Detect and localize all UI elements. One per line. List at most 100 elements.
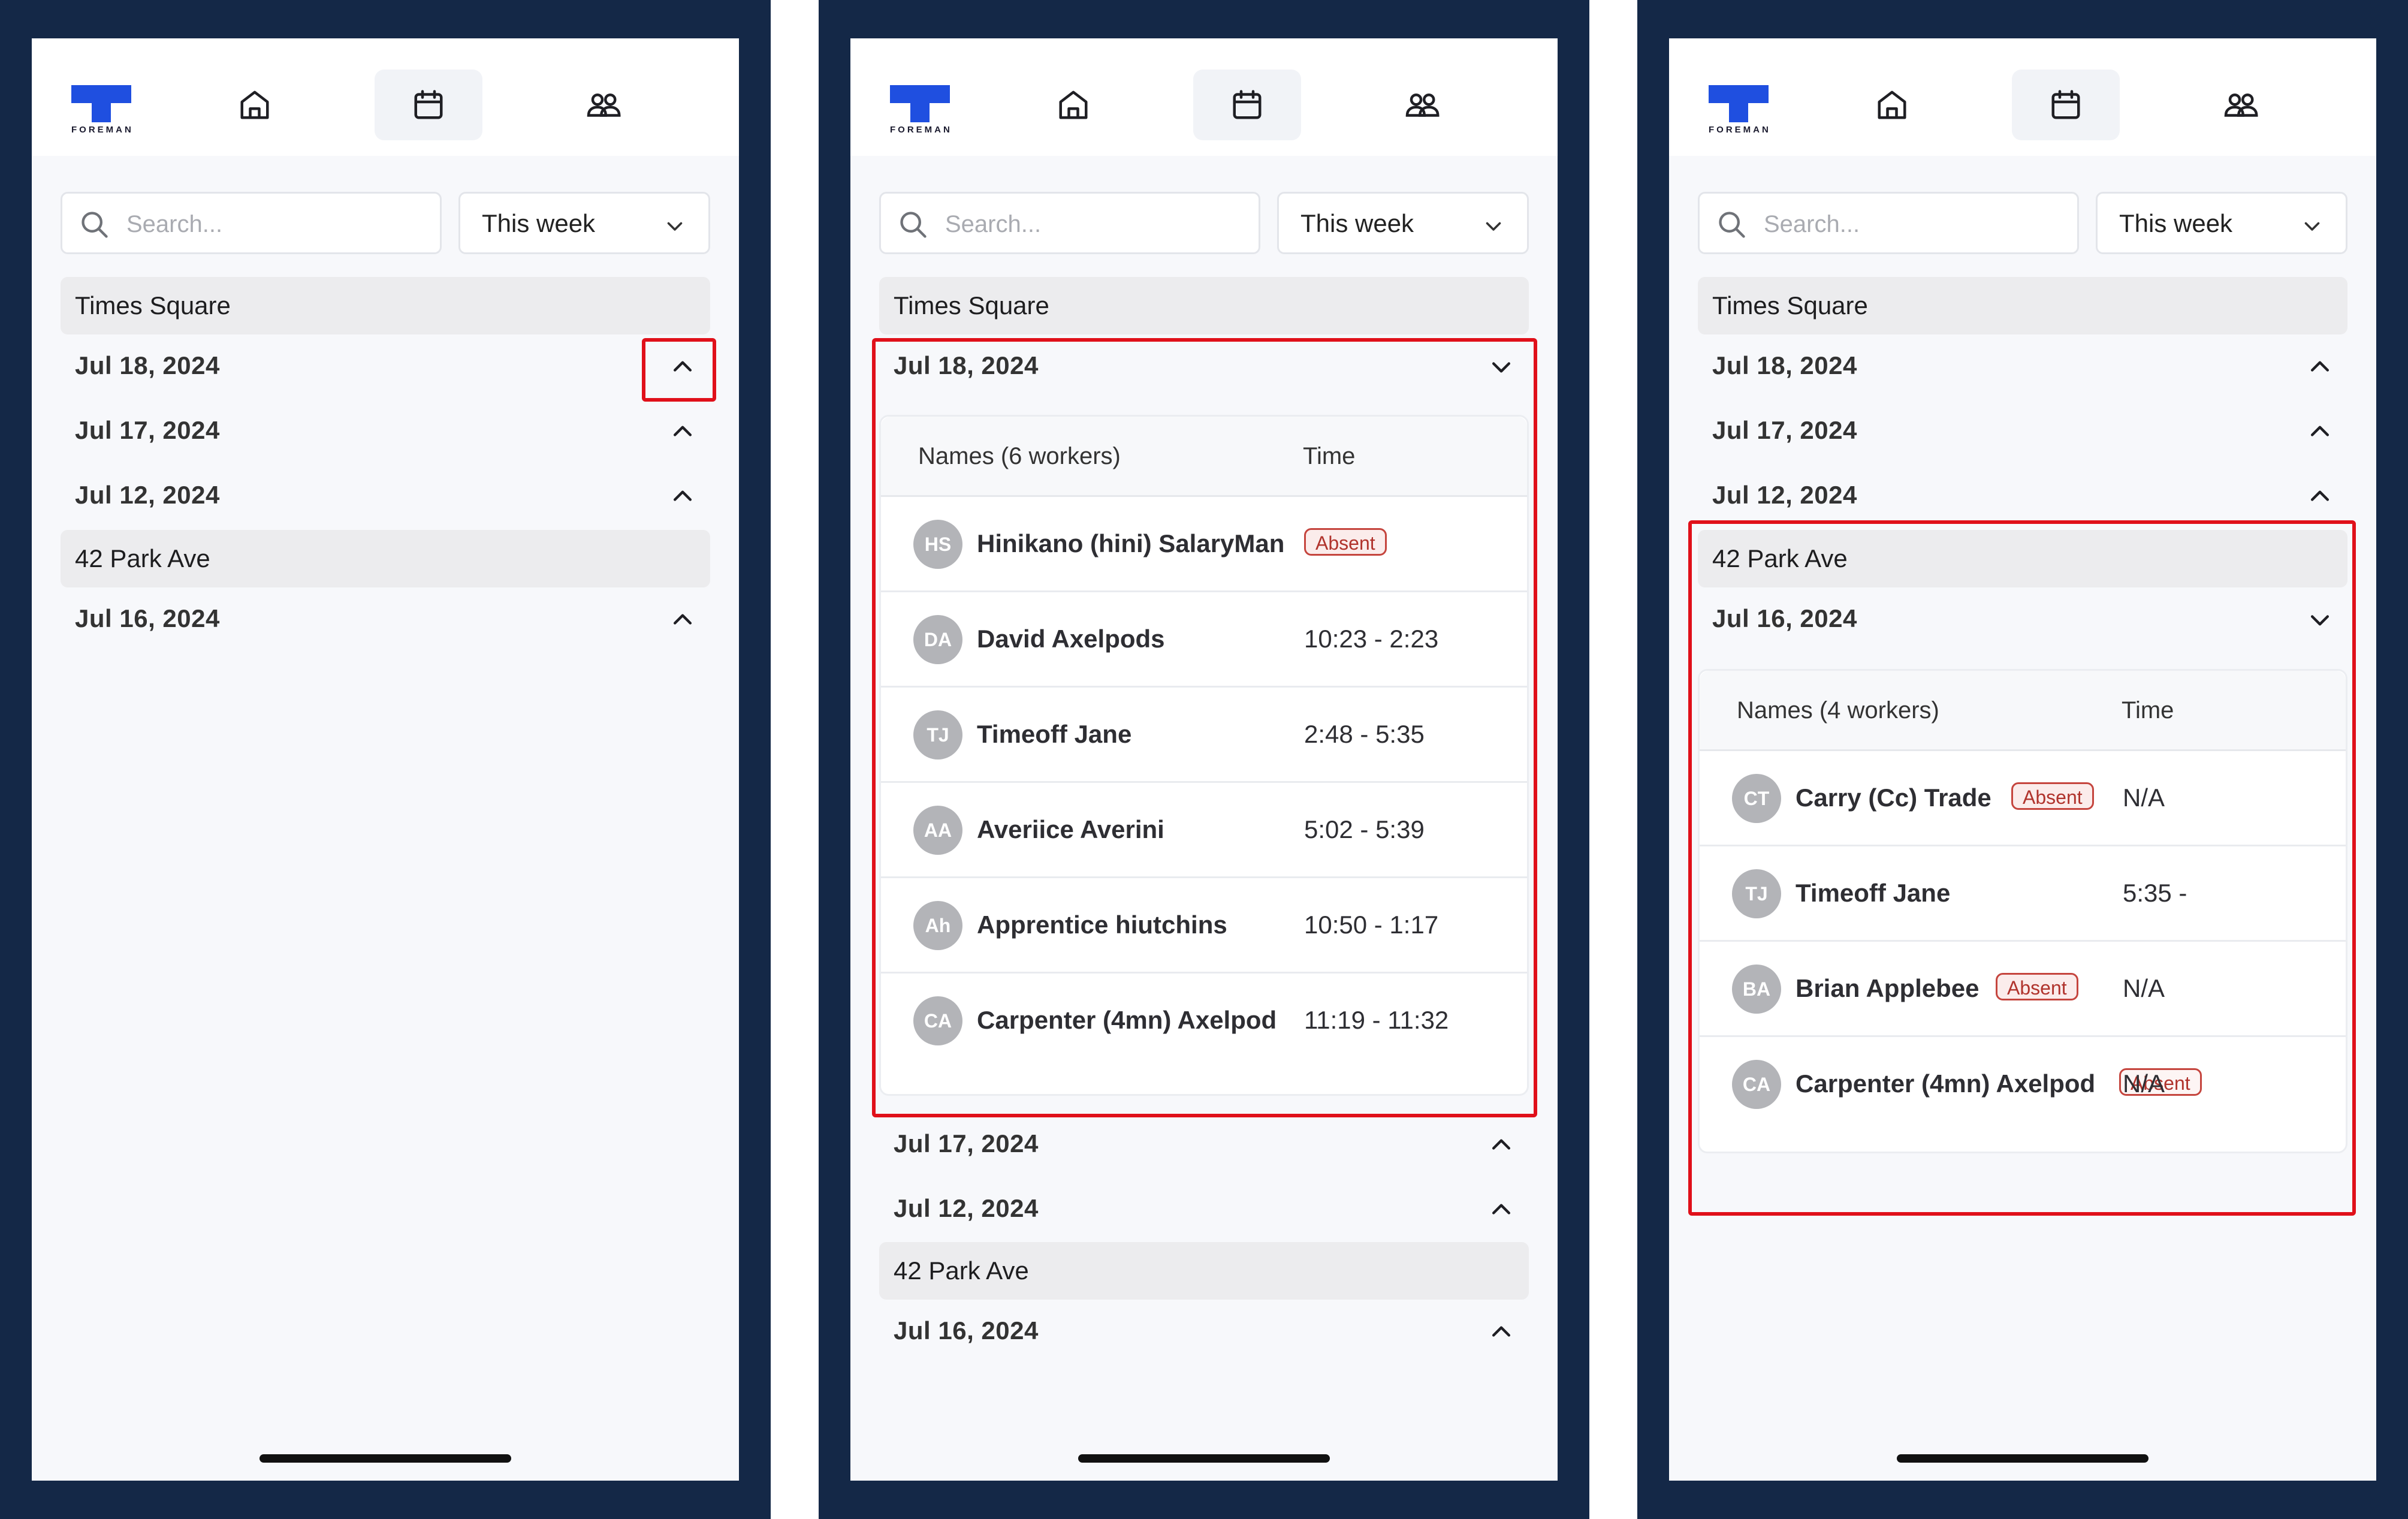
calendar-icon [2051,90,2080,119]
chevron-up-icon [2310,361,2329,372]
search-icon [82,212,108,238]
home-indicator[interactable] [1078,1454,1330,1463]
week-filter-dropdown[interactable]: This week [458,192,710,254]
nav-calendar-button[interactable] [1193,70,1301,140]
nav-home-button[interactable] [1019,70,1127,140]
chevron-up-icon [2310,426,2329,436]
date-row[interactable]: Jul 16, 2024 [879,1301,1529,1361]
chevron-up-icon [673,614,692,625]
location-header: Times Square [1698,277,2347,334]
location-header: Times Square [879,277,1529,334]
location-header: 42 Park Ave [879,1242,1529,1300]
nav-calendar-button[interactable] [2012,70,2120,140]
nav-calendar-button[interactable] [375,70,482,140]
foreman-logo[interactable]: FOREMAN [71,85,137,135]
chevron-up-icon [1492,1139,1511,1150]
phone-frame-3: FOREMAN This week Times Square Jul 18, 2… [1637,0,2408,1519]
expand-toggle[interactable] [2307,418,2333,445]
top-nav: FOREMAN [1669,38,2376,156]
date-row[interactable]: Jul 12, 2024 [61,465,710,525]
chevron-up-icon [673,426,692,436]
date-row[interactable]: Jul 18, 2024 [1698,336,2347,396]
nav-people-button[interactable] [550,70,657,140]
search-icon [900,212,927,238]
expand-toggle[interactable] [1488,1319,1514,1345]
date-label: Jul 16, 2024 [75,604,220,632]
location-name: Times Square [894,291,1049,320]
date-label: Jul 16, 2024 [894,1316,1039,1345]
home-icon [1878,91,1906,119]
phone-frame-2: FOREMAN This week Times Square Jul 18, 2… [819,0,1589,1519]
chevron-up-icon [673,490,692,501]
calendar-icon [1233,90,1262,119]
week-filter-value: This week [482,209,596,237]
logo-text: FOREMAN [1709,125,1771,135]
date-label: Jul 12, 2024 [894,1194,1039,1222]
date-label: Jul 18, 2024 [1712,351,1857,379]
people-icon [2224,94,2258,117]
location-name: Times Square [1712,291,1868,320]
date-label: Jul 12, 2024 [75,481,220,509]
screen-3: FOREMAN This week Times Square Jul 18, 2… [1669,38,2376,1481]
expand-toggle[interactable] [1488,1196,1514,1223]
nav-people-button[interactable] [2187,70,2295,140]
foreman-logo[interactable]: FOREMAN [1709,85,1775,135]
top-nav: FOREMAN [850,38,1558,156]
date-label: Jul 18, 2024 [75,351,220,379]
chevron-down-icon [1486,222,1501,231]
search-input[interactable] [125,207,427,242]
expand-toggle[interactable] [669,607,696,633]
search-input[interactable] [944,207,1246,242]
home-indicator[interactable] [1897,1454,2149,1463]
chevron-down-icon [2304,222,2320,231]
chevron-up-icon [1492,1326,1511,1337]
date-label: Jul 17, 2024 [894,1129,1039,1158]
date-row[interactable]: Jul 18, 2024 [61,336,710,396]
search-box[interactable] [1698,192,2079,254]
week-filter-dropdown[interactable]: This week [2096,192,2347,254]
location-header: Times Square [61,277,710,334]
location-header: 42 Park Ave [61,530,710,587]
week-filter-value: This week [1300,209,1414,237]
people-icon [587,94,621,117]
logo-text: FOREMAN [890,125,952,135]
highlight-box [642,338,716,402]
home-indicator[interactable] [259,1454,511,1463]
logo-text: FOREMAN [71,125,134,135]
top-nav: FOREMAN [32,38,739,156]
location-name: 42 Park Ave [75,544,210,572]
nav-people-button[interactable] [1368,70,1476,140]
date-row[interactable]: Jul 17, 2024 [61,400,710,460]
screen-2: FOREMAN This week Times Square Jul 18, 2… [850,38,1558,1481]
date-label: Jul 17, 2024 [75,416,220,444]
date-row[interactable]: Jul 16, 2024 [61,589,710,649]
screen-1: FOREMAN This week Times Square Jul 18, 2… [32,38,739,1481]
calendar-icon [414,90,443,119]
search-box[interactable] [61,192,442,254]
expand-toggle[interactable] [669,418,696,445]
date-row[interactable]: Jul 12, 2024 [1698,465,2347,525]
expand-toggle[interactable] [669,483,696,510]
search-input[interactable] [1763,207,2065,242]
people-icon [1405,94,1440,117]
date-row[interactable]: Jul 17, 2024 [879,1114,1529,1174]
date-label: Jul 12, 2024 [1712,481,1857,509]
location-name: Times Square [75,291,231,320]
week-filter-dropdown[interactable]: This week [1277,192,1529,254]
phone-frame-1: FOREMAN This week Times Square Jul 18, 2… [0,0,771,1519]
highlight-box [1688,520,2356,1216]
search-icon [1719,212,1745,238]
nav-home-button[interactable] [1838,70,1946,140]
expand-toggle[interactable] [2307,483,2333,510]
expand-toggle[interactable] [2307,354,2333,380]
search-box[interactable] [879,192,1260,254]
date-row[interactable]: Jul 12, 2024 [879,1179,1529,1238]
foreman-logo[interactable]: FOREMAN [890,85,956,135]
chevron-up-icon [2310,490,2329,501]
nav-home-button[interactable] [201,70,309,140]
highlight-box [872,338,1537,1117]
home-icon [1059,91,1088,119]
date-row[interactable]: Jul 17, 2024 [1698,400,2347,460]
expand-toggle[interactable] [1488,1132,1514,1158]
week-filter-value: This week [2119,209,2233,237]
